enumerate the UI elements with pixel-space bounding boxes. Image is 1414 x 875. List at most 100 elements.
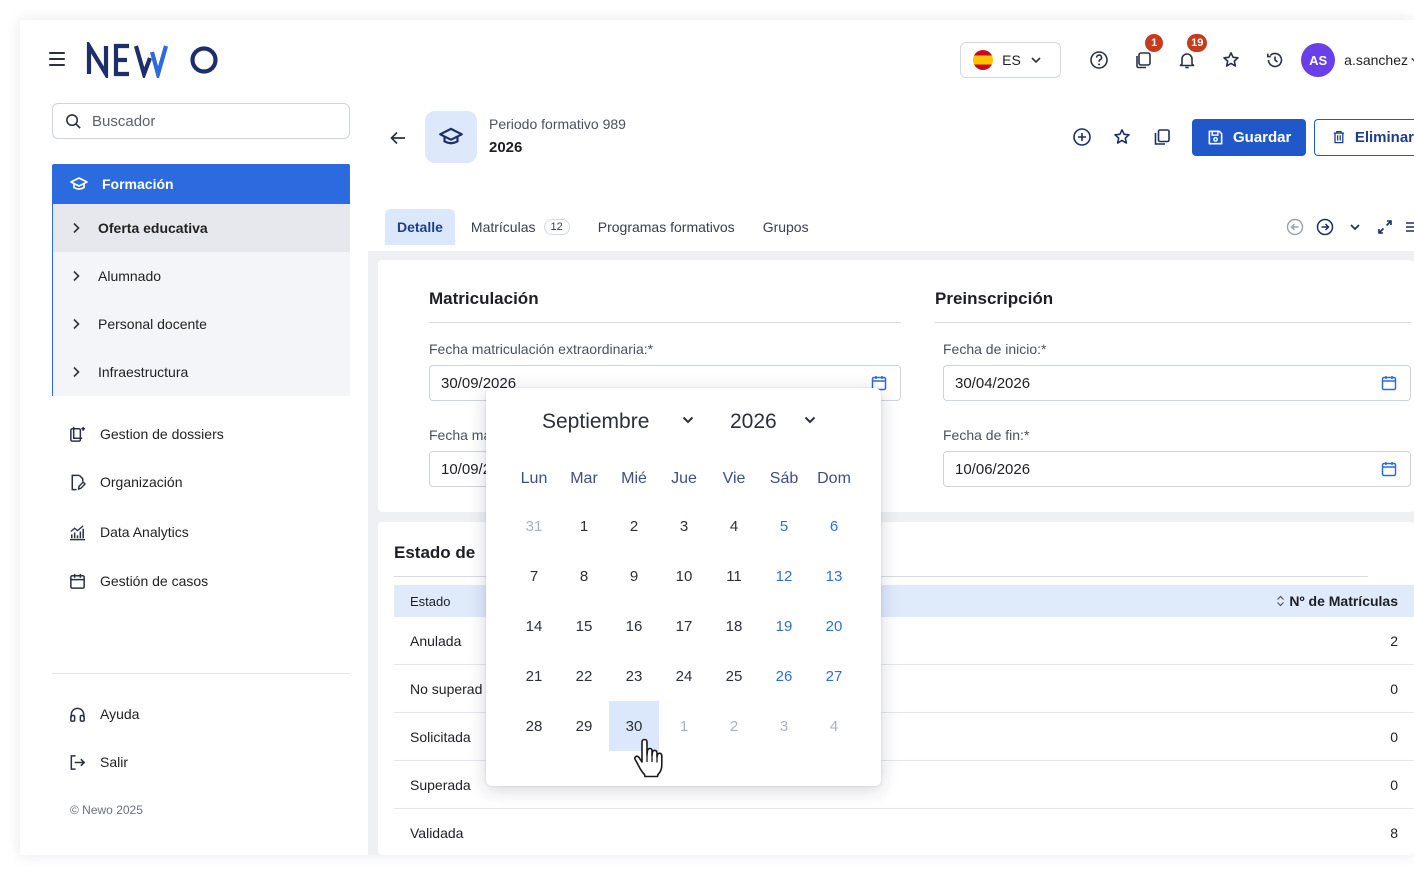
calendar-day[interactable]: 10 xyxy=(659,551,709,601)
count-cell: 0 xyxy=(1390,776,1398,793)
newo-logo[interactable] xyxy=(86,42,226,78)
language-select[interactable]: ES xyxy=(960,42,1062,78)
previous-record-icon[interactable] xyxy=(1286,218,1304,236)
calendar-day[interactable]: 12 xyxy=(759,551,809,601)
calendar-day[interactable]: 23 xyxy=(609,651,659,701)
sidebar-item-salir[interactable]: Salir xyxy=(68,750,128,774)
calendar-day[interactable]: 29 xyxy=(559,701,609,751)
sidebar-item-oferta-educativa[interactable]: Oferta educativa xyxy=(53,204,350,252)
calendar-day[interactable]: 3 xyxy=(759,701,809,751)
column-header-label: Nº de Matrículas xyxy=(1289,593,1398,609)
hand-cursor-icon xyxy=(634,738,663,778)
menu-icon[interactable] xyxy=(49,52,65,66)
calendar-day[interactable]: 1 xyxy=(559,501,609,551)
datepicker-popup: Septiembre 2026 Lun Mar Mié Jue Vie Sáb … xyxy=(486,388,881,786)
calendar-day[interactable]: 16 xyxy=(609,601,659,651)
table-row[interactable]: Validada 8 xyxy=(394,809,1414,855)
calendar-week: 7 8 9 10 11 12 13 xyxy=(509,551,859,601)
sidebar-item-label: Formación xyxy=(102,176,174,192)
calendar-day[interactable]: 24 xyxy=(659,651,709,701)
calendar-day[interactable]: 27 xyxy=(809,651,859,701)
search-input[interactable] xyxy=(92,112,322,130)
calendar-day[interactable]: 19 xyxy=(759,601,809,651)
calendar-day[interactable]: 17 xyxy=(659,601,709,651)
tab-label: Matrículas xyxy=(470,219,536,235)
help-button[interactable] xyxy=(1077,42,1121,78)
history-button[interactable] xyxy=(1253,42,1297,78)
month-select[interactable]: Septiembre xyxy=(542,410,649,434)
calendar-day[interactable]: 2 xyxy=(609,501,659,551)
calendar-day[interactable]: 9 xyxy=(609,551,659,601)
calendar-day[interactable]: 21 xyxy=(509,651,559,701)
tab-detalle[interactable]: Detalle xyxy=(385,209,455,245)
chevron-down-icon[interactable] xyxy=(803,415,817,425)
column-header-estado[interactable]: Estado xyxy=(410,594,450,609)
duplicate-button[interactable] xyxy=(1142,118,1182,156)
floppy-disk-icon xyxy=(1208,130,1223,144)
chevron-down-icon[interactable] xyxy=(681,415,695,425)
expand-icon[interactable] xyxy=(1376,218,1394,236)
tasks-badge: 1 xyxy=(1145,34,1164,52)
weekday-label: Jue xyxy=(671,470,697,487)
calendar-icon[interactable] xyxy=(1380,374,1398,392)
sidebar-item-organizacion[interactable]: Organización xyxy=(68,470,183,494)
calendar-day[interactable]: 31 xyxy=(509,501,559,551)
avatar[interactable]: AS xyxy=(1301,43,1336,77)
calendar-day[interactable]: 3 xyxy=(659,501,709,551)
sidebar-item-gestion-casos[interactable]: Gestión de casos xyxy=(68,569,208,593)
calendar-day[interactable]: 5 xyxy=(759,501,809,551)
calendar-day[interactable]: 18 xyxy=(709,601,759,651)
calendar-day[interactable]: 20 xyxy=(809,601,859,651)
spain-flag-icon xyxy=(973,50,994,70)
chevron-down-icon[interactable] xyxy=(1346,218,1364,236)
field-value: 30/04/2026 xyxy=(955,374,1031,392)
calendar-day[interactable]: 6 xyxy=(809,501,859,551)
fecha-inicio-input[interactable]: 30/04/2026 xyxy=(943,365,1411,401)
list-menu-icon[interactable] xyxy=(1406,218,1414,236)
sidebar-item-personal-docente[interactable]: Personal docente xyxy=(53,300,350,348)
calendar-day[interactable]: 22 xyxy=(559,651,609,701)
fecha-fin-input[interactable]: 10/06/2026 xyxy=(943,451,1411,487)
sidebar-item-alumnado[interactable]: Alumnado xyxy=(53,252,350,300)
sidebar-item-gestion-dossiers[interactable]: Gestion de dossiers xyxy=(68,422,224,446)
delete-button[interactable]: Eliminar xyxy=(1314,118,1414,156)
sidebar-item-ayuda[interactable]: Ayuda xyxy=(68,702,139,726)
chevron-down-icon xyxy=(1031,57,1041,64)
calendar-day[interactable]: 2 xyxy=(709,701,759,751)
back-arrow-icon[interactable] xyxy=(388,128,408,148)
field-value: 10/06/2026 xyxy=(955,460,1031,478)
chevron-down-icon[interactable] xyxy=(1410,55,1414,65)
calendar-day[interactable]: 26 xyxy=(759,651,809,701)
calendar-day[interactable]: 4 xyxy=(709,501,759,551)
history-icon xyxy=(1267,52,1283,68)
calendar-day[interactable]: 8 xyxy=(559,551,609,601)
favorite-button[interactable] xyxy=(1102,118,1142,156)
notifications-button[interactable]: 19 xyxy=(1165,34,1209,78)
calendar-day[interactable]: 13 xyxy=(809,551,859,601)
star-icon xyxy=(1223,52,1239,67)
calendar-day[interactable]: 28 xyxy=(509,701,559,751)
column-header-matriculas[interactable]: Nº de Matrículas xyxy=(1276,593,1398,609)
tasks-button[interactable]: 1 xyxy=(1121,34,1165,78)
tab-matriculas[interactable]: Matrículas 12 xyxy=(459,209,582,245)
graduation-cap-icon xyxy=(70,177,88,190)
add-button[interactable] xyxy=(1062,118,1102,156)
calendar-day[interactable]: 11 xyxy=(709,551,759,601)
username[interactable]: a.sanchez xyxy=(1344,52,1408,68)
calendar-day[interactable]: 4 xyxy=(809,701,859,751)
calendar-day[interactable]: 15 xyxy=(559,601,609,651)
sidebar-item-infraestructura[interactable]: Infraestructura xyxy=(53,348,350,396)
sidebar-item-data-analytics[interactable]: Data Analytics xyxy=(68,520,189,544)
year-select[interactable]: 2026 xyxy=(730,410,777,434)
tab-programas-formativos[interactable]: Programas formativos xyxy=(586,209,747,245)
calendar-icon[interactable] xyxy=(1380,460,1398,478)
next-record-icon[interactable] xyxy=(1316,218,1334,236)
sidebar-item-formacion[interactable]: Formación xyxy=(52,164,350,204)
calendar-day[interactable]: 25 xyxy=(709,651,759,701)
save-button[interactable]: Guardar xyxy=(1192,118,1306,156)
sidebar-item-label: Salir xyxy=(100,754,129,770)
calendar-day[interactable]: 7 xyxy=(509,551,559,601)
calendar-day[interactable]: 14 xyxy=(509,601,559,651)
favorites-button[interactable] xyxy=(1209,42,1253,78)
tab-grupos[interactable]: Grupos xyxy=(751,209,821,245)
